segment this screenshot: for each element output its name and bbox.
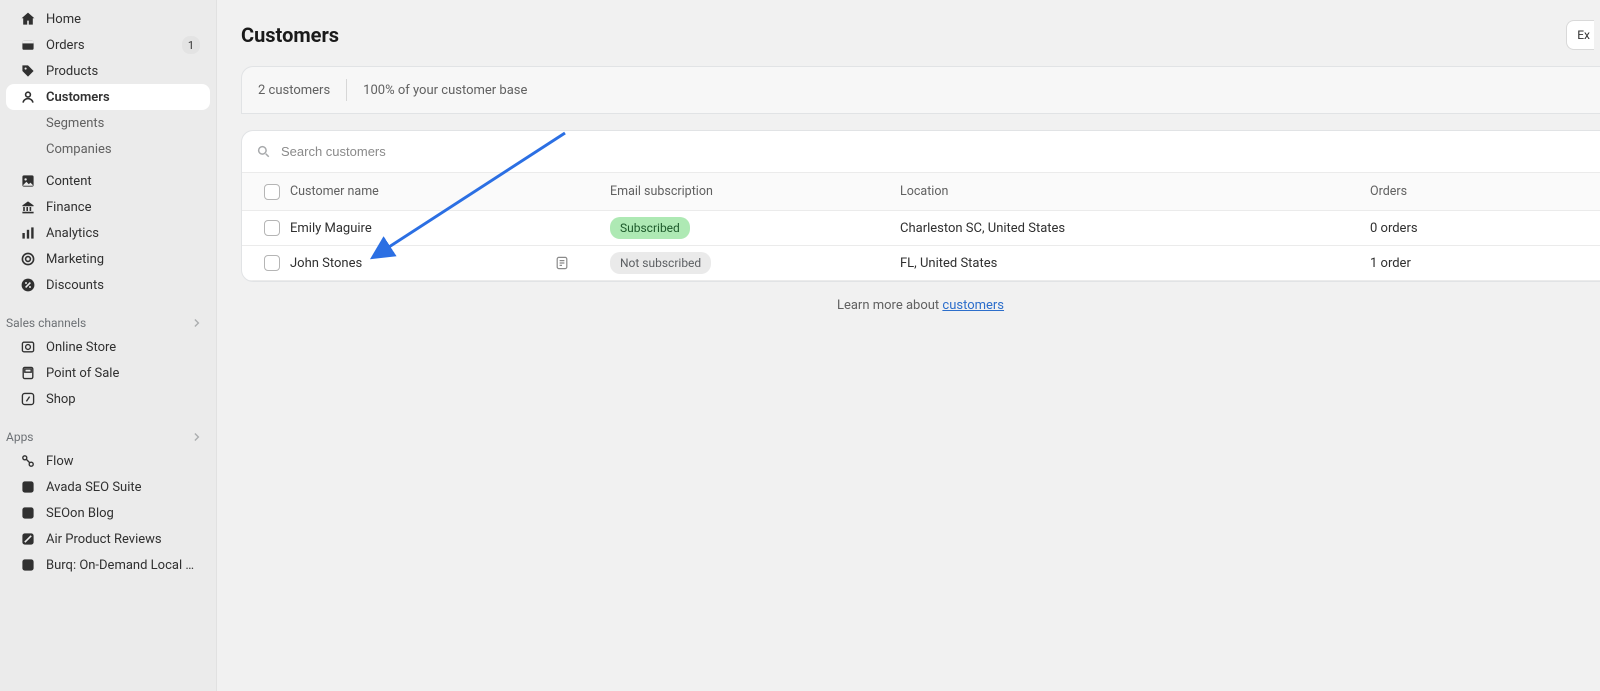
sidebar-item-finance[interactable]: Finance — [6, 194, 210, 220]
summary-bar: 2 customers 100% of your customer base — [241, 66, 1600, 114]
sidebar-item-label: SEOon Blog — [46, 506, 200, 521]
sidebar-item-products[interactable]: Products — [6, 58, 210, 84]
col-location[interactable]: Location — [892, 178, 1362, 205]
sidebar-item-seoon[interactable]: SEOon Blog — [6, 500, 210, 526]
sidebar-item-label: Finance — [46, 200, 200, 215]
sidebar-item-marketing[interactable]: Marketing — [6, 246, 210, 272]
sidebar-item-label: Content — [46, 174, 200, 189]
analytics-icon — [20, 225, 36, 241]
customer-location: Charleston SC, United States — [892, 215, 1362, 242]
finance-icon — [20, 199, 36, 215]
sidebar-item-shop[interactable]: Shop — [6, 386, 210, 412]
section-heading-label: Sales channels — [6, 316, 86, 330]
orders-badge: 1 — [182, 36, 200, 54]
sidebar-item-label: Avada SEO Suite — [46, 480, 200, 495]
sidebar-item-label: Products — [46, 64, 200, 79]
row-checkbox[interactable] — [264, 255, 280, 271]
sidebar-item-home[interactable]: Home — [6, 6, 210, 32]
subscription-badge: Subscribed — [610, 217, 690, 239]
customer-base-percent: 100% of your customer base — [363, 83, 527, 98]
app-icon — [20, 479, 36, 495]
sidebar-item-pos[interactable]: Point of Sale — [6, 360, 210, 386]
sidebar-item-analytics[interactable]: Analytics — [6, 220, 210, 246]
shop-icon — [20, 391, 36, 407]
sidebar-item-label: Customers — [46, 90, 200, 105]
sidebar-item-avada[interactable]: Avada SEO Suite — [6, 474, 210, 500]
sidebar-item-label: Companies — [46, 142, 200, 157]
select-all-checkbox[interactable] — [264, 184, 280, 200]
sidebar-item-label: Analytics — [46, 226, 200, 241]
divider — [346, 79, 347, 101]
customer-name: Emily Maguire — [290, 221, 372, 236]
sidebar-item-label: Point of Sale — [46, 366, 200, 381]
sidebar-item-label: Orders — [46, 38, 172, 53]
page-title: Customers — [241, 23, 339, 47]
sidebar-item-label: Burq: On-Demand Local D... — [46, 558, 200, 573]
export-button[interactable]: Ex — [1566, 20, 1594, 50]
section-heading-label: Apps — [6, 430, 34, 444]
marketing-icon — [20, 251, 36, 267]
sidebar-item-customers[interactable]: Customers — [6, 84, 210, 110]
section-heading-apps[interactable]: Apps — [0, 422, 216, 448]
customer-location: FL, United States — [892, 250, 1362, 277]
pos-icon — [20, 365, 36, 381]
customers-icon — [20, 89, 36, 105]
table-header: Customer name Email subscription Locatio… — [242, 173, 1600, 211]
section-heading-channels[interactable]: Sales channels — [0, 308, 216, 334]
col-name[interactable]: Customer name — [282, 178, 602, 205]
col-email[interactable]: Email subscription — [602, 178, 892, 205]
customers-table-card: Customer name Email subscription Locatio… — [241, 130, 1600, 282]
customer-orders: 0 orders — [1362, 215, 1600, 242]
row-checkbox[interactable] — [264, 220, 280, 236]
content-icon — [20, 173, 36, 189]
main-content: Customers Ex 2 customers 100% of your cu… — [217, 0, 1600, 691]
orders-icon — [20, 37, 36, 53]
sidebar-subitem-companies[interactable]: Companies — [6, 136, 210, 162]
sidebar-item-flow[interactable]: Flow — [6, 448, 210, 474]
app-icon — [20, 505, 36, 521]
footer-prefix: Learn more about — [837, 298, 942, 313]
app-icon — [20, 557, 36, 573]
sidebar-item-label: Segments — [46, 116, 200, 131]
sidebar-item-burq[interactable]: Burq: On-Demand Local D... — [6, 552, 210, 578]
flow-icon — [20, 453, 36, 469]
chevron-right-icon — [190, 316, 204, 330]
search-input[interactable] — [281, 144, 1586, 159]
sidebar-item-discounts[interactable]: Discounts — [6, 272, 210, 298]
sidebar-item-label: Online Store — [46, 340, 200, 355]
sidebar: Home Orders 1 Products Customers Segment… — [0, 0, 217, 691]
sidebar-item-content[interactable]: Content — [6, 168, 210, 194]
discounts-icon — [20, 277, 36, 293]
sidebar-subitem-segments[interactable]: Segments — [6, 110, 210, 136]
sidebar-item-label: Home — [46, 12, 200, 27]
sidebar-item-label: Shop — [46, 392, 200, 407]
online-store-icon — [20, 339, 36, 355]
search-row[interactable] — [242, 131, 1600, 173]
col-orders[interactable]: Orders — [1362, 178, 1600, 205]
customer-name: John Stones — [290, 256, 362, 271]
home-icon — [20, 11, 36, 27]
sidebar-item-label: Marketing — [46, 252, 200, 267]
customers-help-link[interactable]: customers — [942, 298, 1004, 313]
sidebar-item-label: Air Product Reviews — [46, 532, 200, 547]
sidebar-item-air[interactable]: Air Product Reviews — [6, 526, 210, 552]
products-icon — [20, 63, 36, 79]
subscription-badge: Not subscribed — [610, 252, 711, 274]
table-row[interactable]: Emily Maguire Subscribed Charleston SC, … — [242, 211, 1600, 246]
table-footer: Learn more about customers — [241, 282, 1600, 329]
note-icon — [554, 255, 570, 271]
customer-count: 2 customers — [258, 83, 330, 98]
sidebar-item-orders[interactable]: Orders 1 — [6, 32, 210, 58]
table-row[interactable]: John Stones Not subscribed FL, United St… — [242, 246, 1600, 281]
sidebar-item-online-store[interactable]: Online Store — [6, 334, 210, 360]
page-header: Customers Ex — [241, 20, 1600, 50]
search-icon — [256, 144, 271, 159]
chevron-right-icon — [190, 430, 204, 444]
sidebar-item-label: Discounts — [46, 278, 200, 293]
sidebar-item-label: Flow — [46, 454, 200, 469]
customer-orders: 1 order — [1362, 250, 1600, 277]
app-icon — [20, 531, 36, 547]
export-label: Ex — [1577, 28, 1590, 42]
